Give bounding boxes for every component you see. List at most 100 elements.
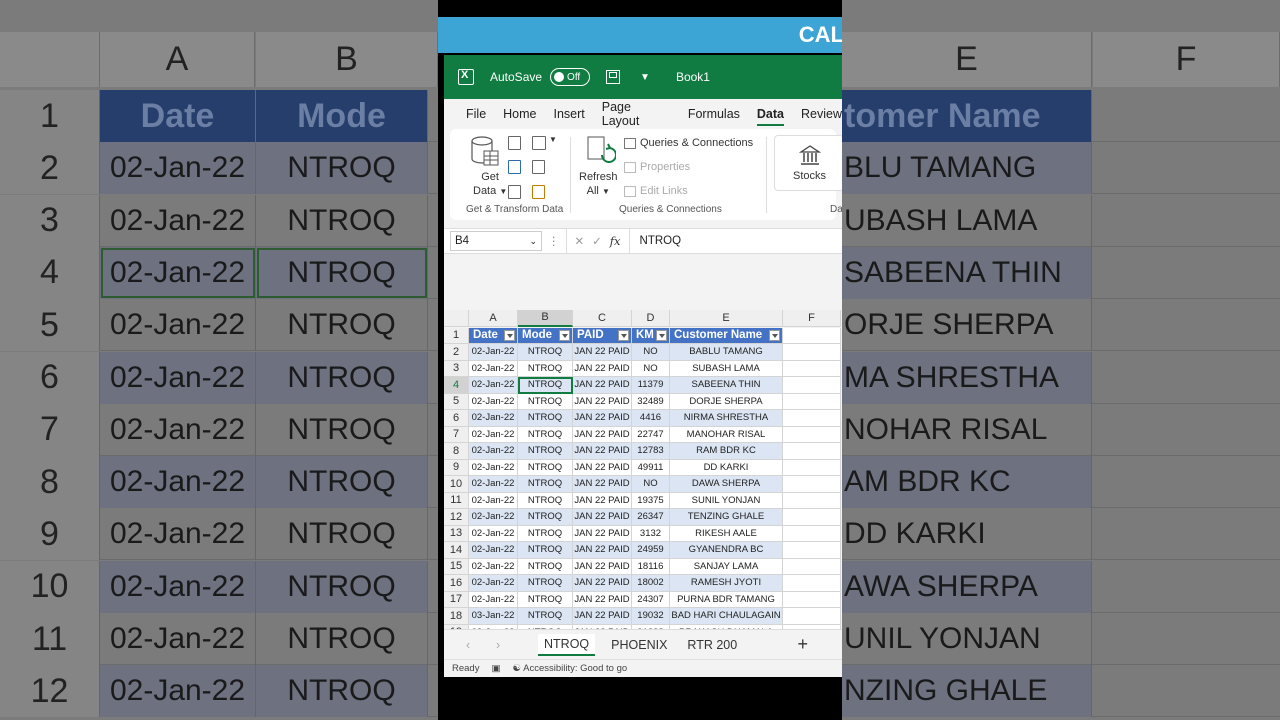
tab-rtr-200[interactable]: RTR 200 [683, 635, 741, 655]
empty-cell[interactable] [783, 575, 841, 592]
select-all-corner[interactable] [444, 310, 469, 327]
from-web-icon[interactable] [508, 160, 521, 174]
empty-cell[interactable] [783, 426, 841, 443]
table-cell[interactable]: JAN 22 PAID [573, 377, 632, 394]
table-header-date[interactable]: Date [469, 327, 518, 344]
table-cell[interactable]: NTROQ [518, 393, 573, 410]
table-cell[interactable]: 26347 [632, 509, 670, 526]
table-cell[interactable]: JAN 22 PAID [573, 591, 632, 608]
row-number[interactable]: 5 [444, 393, 469, 410]
row-number[interactable]: 4 [444, 377, 469, 394]
accessibility-status[interactable]: ☯ Accessibility: Good to go [512, 663, 627, 674]
table-cell[interactable]: 11379 [632, 377, 670, 394]
table-cell[interactable]: 4416 [632, 410, 670, 427]
row-number[interactable]: 18 [444, 608, 469, 625]
filter-dropdown-icon[interactable] [504, 329, 515, 341]
row-number[interactable]: 7 [444, 426, 469, 443]
empty-cell[interactable] [783, 443, 841, 460]
empty-cell[interactable] [783, 459, 841, 476]
table-cell[interactable]: DORJE SHERPA [670, 393, 783, 410]
table-cell[interactable]: NTROQ [518, 575, 573, 592]
table-cell[interactable]: 3132 [632, 525, 670, 542]
table-cell[interactable]: NTROQ [518, 459, 573, 476]
table-cell[interactable]: JAN 22 PAID [573, 558, 632, 575]
table-cell[interactable]: NTROQ [518, 542, 573, 559]
table-cell[interactable]: NTROQ [518, 591, 573, 608]
table-cell[interactable]: 02-Jan-22 [469, 360, 518, 377]
column-header-b[interactable]: B [518, 310, 573, 327]
table-cell[interactable]: NTROQ [518, 492, 573, 509]
properties-button[interactable]: Properties [624, 161, 690, 173]
row-number[interactable]: 10 [444, 476, 469, 493]
table-cell[interactable]: 03-Jan-22 [469, 608, 518, 625]
recent-sources-icon[interactable] [532, 136, 546, 150]
tab-formulas[interactable]: Formulas [688, 107, 740, 121]
table-cell[interactable]: JAN 22 PAID [573, 426, 632, 443]
filter-dropdown-icon[interactable] [769, 329, 780, 341]
tab-data[interactable]: Data [756, 107, 784, 126]
stocks-button[interactable]: Stocks [774, 135, 842, 191]
row-number[interactable]: 3 [444, 360, 469, 377]
more-icon[interactable]: ⋮ [548, 234, 560, 248]
row-number[interactable]: 9 [444, 459, 469, 476]
row-number[interactable]: 15 [444, 558, 469, 575]
quick-access-dropdown-icon[interactable]: ▼ [640, 72, 650, 83]
table-cell[interactable]: BABLU TAMANG [670, 344, 783, 361]
name-box[interactable]: B4 ⌄ [450, 231, 542, 251]
table-cell[interactable]: 02-Jan-22 [469, 558, 518, 575]
table-cell[interactable]: JAN 22 PAID [573, 410, 632, 427]
table-cell[interactable]: JAN 22 PAID [573, 393, 632, 410]
refresh-all-button[interactable]: Refresh All ▼ [579, 170, 618, 199]
from-text-icon[interactable] [508, 136, 521, 150]
empty-cell[interactable] [783, 542, 841, 559]
table-cell[interactable]: NTROQ [518, 344, 573, 361]
row-number[interactable]: 8 [444, 443, 469, 460]
empty-cell[interactable] [783, 509, 841, 526]
tab-insert[interactable]: Insert [554, 107, 585, 121]
table-cell[interactable]: 22747 [632, 426, 670, 443]
empty-cell[interactable] [783, 410, 841, 427]
table-cell[interactable]: NTROQ [518, 476, 573, 493]
table-cell[interactable]: 02-Jan-22 [469, 492, 518, 509]
column-header-f[interactable]: F [783, 310, 841, 327]
table-cell[interactable]: 18002 [632, 575, 670, 592]
table-cell[interactable]: JAN 22 PAID [573, 459, 632, 476]
enter-icon[interactable]: ✓ [592, 234, 602, 248]
save-icon[interactable] [606, 70, 621, 84]
table-cell[interactable]: RIKESH AALE [670, 525, 783, 542]
table-cell[interactable]: 32489 [632, 393, 670, 410]
add-sheet-icon[interactable]: + [797, 634, 808, 655]
table-cell[interactable]: 19375 [632, 492, 670, 509]
table-cell[interactable]: NO [632, 476, 670, 493]
table-cell[interactable]: NTROQ [518, 509, 573, 526]
table-cell[interactable]: SUNIL YONJAN [670, 492, 783, 509]
row-number[interactable]: 16 [444, 575, 469, 592]
table-cell[interactable]: 24307 [632, 591, 670, 608]
table-cell[interactable]: JAN 22 PAID [573, 608, 632, 625]
tab-page-layout[interactable]: Page Layout [602, 100, 671, 128]
from-picture-icon[interactable] [532, 185, 545, 199]
table-cell[interactable]: NTROQ [518, 377, 573, 394]
table-cell[interactable]: 02-Jan-22 [469, 476, 518, 493]
table-cell[interactable]: NTROQ [518, 525, 573, 542]
table-cell[interactable]: NTROQ [518, 426, 573, 443]
workbook-name[interactable]: Book1 [676, 70, 710, 84]
table-cell[interactable]: JAN 22 PAID [573, 525, 632, 542]
row-number[interactable]: 17 [444, 591, 469, 608]
queries-connections-button[interactable]: Queries & Connections [624, 137, 753, 149]
column-header-e[interactable]: E [670, 310, 783, 327]
table-cell[interactable]: DD KARKI [670, 459, 783, 476]
table-cell[interactable]: 02-Jan-22 [469, 575, 518, 592]
cancel-icon[interactable]: ✕ [575, 234, 585, 248]
table-cell[interactable]: 12783 [632, 443, 670, 460]
column-header-d[interactable]: D [632, 310, 670, 327]
table-header-km[interactable]: KM [632, 327, 670, 344]
table-header-mode[interactable]: Mode [518, 327, 573, 344]
table-cell[interactable]: SANJAY LAMA [670, 558, 783, 575]
table-cell[interactable]: NTROQ [518, 558, 573, 575]
tab-review[interactable]: Review [801, 107, 842, 121]
table-cell[interactable]: JAN 22 PAID [573, 344, 632, 361]
filter-dropdown-icon[interactable] [618, 329, 629, 341]
table-cell[interactable]: NTROQ [518, 608, 573, 625]
table-cell[interactable]: RAM BDR KC [670, 443, 783, 460]
